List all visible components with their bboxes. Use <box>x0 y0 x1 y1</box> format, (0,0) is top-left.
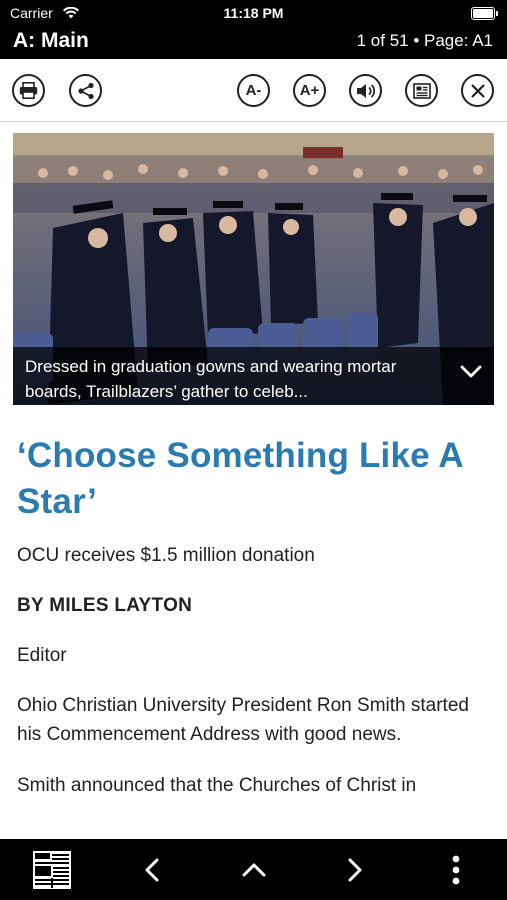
close-icon <box>470 83 485 98</box>
bottom-navigation-bar <box>0 839 507 900</box>
share-button[interactable] <box>69 74 102 107</box>
clock: 11:18 PM <box>223 5 284 21</box>
article-body: ‘Choose Something Like A Star’ OCU recei… <box>17 405 492 800</box>
battery-icon <box>471 7 498 20</box>
newspaper-icon <box>33 850 71 889</box>
read-aloud-button[interactable] <box>349 74 382 107</box>
next-article-button[interactable] <box>325 839 385 900</box>
page-view-button[interactable] <box>405 74 438 107</box>
expand-caption-button[interactable] <box>460 365 482 384</box>
photo-caption: Dressed in graduation gowns and wearing … <box>13 347 494 405</box>
more-options-button[interactable] <box>426 839 486 900</box>
chevron-right-icon <box>348 858 362 881</box>
chevron-up-icon <box>242 863 266 876</box>
close-button[interactable] <box>461 74 494 107</box>
author-role: Editor <box>17 645 67 666</box>
status-bar: Carrier 11:18 PM <box>0 0 507 26</box>
article-paragraph: Smith announced that the Churches of Chr… <box>17 775 417 796</box>
decrease-font-label: A- <box>245 82 262 99</box>
caption-text: Dressed in graduation gowns and wearing … <box>25 357 397 401</box>
share-icon <box>77 82 94 99</box>
newspaper-icon <box>412 82 431 99</box>
article-toolbar: A- A+ <box>0 59 507 122</box>
chevron-down-icon <box>460 365 482 378</box>
article-paragraph: Ohio Christian University President Ron … <box>17 695 469 745</box>
previous-article-button[interactable] <box>122 839 182 900</box>
article-photo[interactable]: Dressed in graduation gowns and wearing … <box>13 133 494 405</box>
article-headline: ‘Choose Something Like A Star’ <box>17 436 463 521</box>
article-byline: BY MILES LAYTON <box>17 595 193 616</box>
section-title[interactable]: A: Main <box>13 29 89 53</box>
printer-icon <box>19 82 38 99</box>
page-indicator: 1 of 51 • Page: A1 <box>356 31 493 50</box>
increase-font-label: A+ <box>299 82 320 99</box>
more-vertical-icon <box>452 855 460 884</box>
speaker-icon <box>356 83 375 98</box>
article-subhead: OCU receives $1.5 million donation <box>17 545 315 566</box>
increase-font-button[interactable]: A+ <box>293 74 326 107</box>
chevron-left-icon <box>145 858 159 881</box>
newspaper-view-button[interactable] <box>22 839 82 900</box>
section-header: A: Main 1 of 51 • Page: A1 <box>0 26 507 59</box>
decrease-font-button[interactable]: A- <box>237 74 270 107</box>
scroll-to-top-button[interactable] <box>224 839 284 900</box>
print-button[interactable] <box>12 74 45 107</box>
